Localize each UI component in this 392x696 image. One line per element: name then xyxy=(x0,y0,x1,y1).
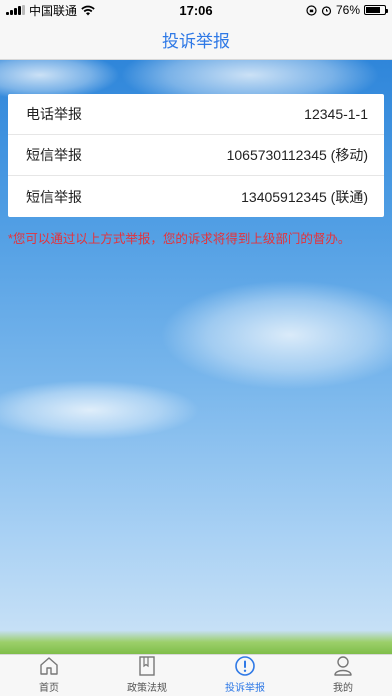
battery-icon xyxy=(364,5,388,15)
tab-bar: 首页 政策法规 投诉举报 我的 xyxy=(0,654,392,696)
signal-icon xyxy=(6,5,25,15)
tab-complaint[interactable]: 投诉举报 xyxy=(196,655,294,696)
report-row-sms-mobile[interactable]: 短信举报 1065730112345 (移动) xyxy=(8,135,384,176)
wifi-icon xyxy=(81,5,95,15)
alarm-icon xyxy=(321,5,332,16)
tab-mine[interactable]: 我的 xyxy=(294,655,392,696)
tab-label: 我的 xyxy=(333,683,353,694)
alert-icon xyxy=(235,656,255,676)
report-label: 电话举报 xyxy=(26,106,82,122)
status-right: 76% xyxy=(306,3,388,17)
tab-label: 投诉举报 xyxy=(225,683,265,694)
tab-label: 政策法规 xyxy=(127,683,167,694)
report-value: 1065730112345 (移动) xyxy=(226,147,368,163)
nav-bar: 投诉举报 xyxy=(0,20,392,60)
report-label: 短信举报 xyxy=(26,188,82,205)
carrier-label: 中国联通 xyxy=(29,3,78,18)
status-left: 中国联通 xyxy=(6,2,95,19)
report-value: 12345-1-1 xyxy=(304,106,368,122)
book-icon xyxy=(139,656,155,676)
battery-percent: 76% xyxy=(335,3,360,17)
report-label: 短信举报 xyxy=(26,147,82,163)
notice-text: *您可以通过以上方式举报，您的诉求将得到上级部门的督办。 xyxy=(8,232,351,246)
rotation-lock-icon xyxy=(306,4,317,16)
cloud-decoration xyxy=(160,280,392,390)
report-value: 13405912345 (联通) xyxy=(241,188,368,205)
content-area: 电话举报 12345-1-1 短信举报 1065730112345 (移动) 短… xyxy=(0,60,392,654)
user-icon xyxy=(334,656,352,676)
page-title: 投诉举报 xyxy=(162,32,230,51)
tab-home[interactable]: 首页 xyxy=(0,655,98,696)
home-icon xyxy=(40,657,58,675)
tab-label: 首页 xyxy=(39,683,59,694)
report-row-sms-unicom[interactable]: 短信举报 13405912345 (联通) xyxy=(8,176,384,217)
status-bar: 中国联通 17:06 76% xyxy=(0,0,392,20)
report-card: 电话举报 12345-1-1 短信举报 1065730112345 (移动) 短… xyxy=(8,94,384,217)
tab-policy[interactable]: 政策法规 xyxy=(98,655,196,696)
cloud-decoration xyxy=(0,380,200,440)
report-row-phone[interactable]: 电话举报 12345-1-1 xyxy=(8,94,384,135)
